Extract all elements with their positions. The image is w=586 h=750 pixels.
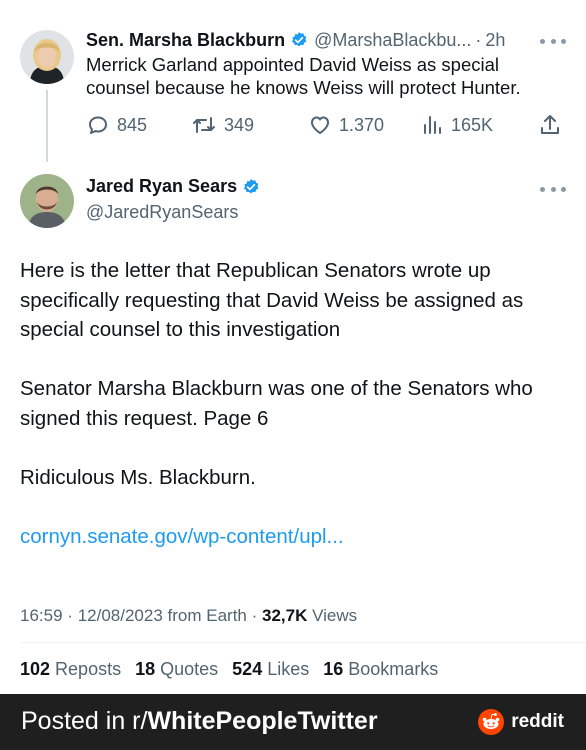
reddit-wordmark: reddit bbox=[511, 711, 564, 732]
reddit-logo-icon bbox=[478, 709, 505, 735]
bookmarks-stat[interactable]: 16 Bookmarks bbox=[323, 659, 438, 680]
parent-author-handle[interactable]: @MarshaBlackbu... bbox=[314, 30, 471, 51]
tweet-date[interactable]: 12/08/2023 bbox=[78, 606, 163, 625]
separator-dot: · bbox=[67, 606, 73, 625]
parent-tweet: Sen. Marsha Blackburn @MarshaBlackbu... … bbox=[0, 0, 586, 170]
avatar-marsha-blackburn[interactable] bbox=[20, 30, 74, 84]
tweet-paragraph: Senator Marsha Blackburn was one of the … bbox=[20, 377, 533, 430]
repost-button[interactable]: 349 bbox=[191, 110, 254, 140]
share-icon bbox=[541, 115, 559, 134]
reposts-count: 102 bbox=[20, 659, 51, 679]
reply-count: 845 bbox=[117, 114, 148, 135]
like-count: 1.370 bbox=[339, 114, 385, 135]
tweet-stats: 102 Reposts 18 Quotes 524 Likes 16 Bookmarks bbox=[20, 659, 452, 680]
tweet-views-label: Views bbox=[312, 606, 358, 625]
quotes-stat[interactable]: 18 Quotes bbox=[135, 659, 218, 680]
views-icon bbox=[424, 116, 441, 134]
avatar-jared-ryan-sears[interactable] bbox=[20, 174, 74, 228]
reddit-brand: reddit bbox=[478, 709, 564, 735]
verified-badge-icon bbox=[242, 178, 260, 196]
tweet-source: from Earth bbox=[167, 606, 247, 625]
tweet-time[interactable]: 16:59 bbox=[20, 606, 63, 625]
reddit-footer-bar: Posted in r/WhitePeopleTwitter reddit bbox=[0, 694, 586, 750]
main-author-handle[interactable]: @JaredRyanSears bbox=[86, 202, 238, 223]
reply-button[interactable]: 845 bbox=[86, 110, 147, 140]
reply-icon bbox=[89, 116, 107, 134]
bookmarks-label: Bookmarks bbox=[348, 659, 439, 679]
separator-dot: · bbox=[475, 29, 482, 50]
tweet-paragraph: Here is the letter that Republican Senat… bbox=[20, 259, 524, 341]
main-author-name[interactable]: Jared Ryan Sears bbox=[86, 176, 237, 197]
divider bbox=[20, 642, 586, 643]
separator-dot: · bbox=[251, 606, 258, 625]
reposts-stat[interactable]: 102 Reposts bbox=[20, 659, 121, 680]
like-icon bbox=[311, 116, 329, 134]
bookmarks-count: 16 bbox=[323, 659, 344, 679]
likes-label: Likes bbox=[267, 659, 310, 679]
parent-author-name[interactable]: Sen. Marsha Blackburn bbox=[86, 30, 285, 51]
tweet-meta: 16:59 · 12/08/2023 from Earth · 32,7K Vi… bbox=[20, 606, 357, 626]
tweet-link[interactable]: cornyn.senate.gov/wp-content/upl... bbox=[20, 522, 570, 552]
main-tweet-text: Here is the letter that Republican Senat… bbox=[20, 256, 570, 551]
likes-stat[interactable]: 524 Likes bbox=[232, 659, 309, 680]
parent-tweet-actions: 845 349 1.370 165K bbox=[86, 110, 566, 140]
parent-tweet-text: Merrick Garland appointed David Weiss as… bbox=[86, 54, 521, 98]
repost-count: 349 bbox=[224, 114, 255, 135]
views-button[interactable]: 165K bbox=[420, 110, 493, 140]
posted-in-text: Posted in r/WhitePeopleTwitter bbox=[21, 707, 378, 736]
parent-tweet-time[interactable]: 2h bbox=[485, 30, 505, 51]
quotes-count: 18 bbox=[135, 659, 156, 679]
more-icon[interactable] bbox=[540, 36, 566, 46]
subreddit-name[interactable]: WhitePeopleTwitter bbox=[147, 707, 377, 735]
more-icon[interactable] bbox=[540, 184, 566, 194]
like-button[interactable]: 1.370 bbox=[308, 110, 384, 140]
thread-line bbox=[46, 90, 48, 162]
tweet-paragraph: Ridiculous Ms. Blackburn. bbox=[20, 465, 256, 489]
main-author-name-row: Jared Ryan Sears bbox=[86, 176, 266, 197]
tweet-views-count: 32,7K bbox=[262, 606, 308, 625]
parent-tweet-header: Sen. Marsha Blackburn @MarshaBlackbu... … bbox=[86, 28, 576, 52]
reposts-label: Reposts bbox=[55, 659, 122, 679]
posted-prefix: Posted in r/ bbox=[21, 707, 148, 735]
quotes-label: Quotes bbox=[160, 659, 219, 679]
likes-count: 524 bbox=[232, 659, 263, 679]
views-count: 165K bbox=[451, 114, 494, 135]
verified-badge-icon bbox=[290, 31, 308, 49]
repost-icon bbox=[193, 117, 215, 133]
share-button[interactable] bbox=[538, 110, 562, 140]
